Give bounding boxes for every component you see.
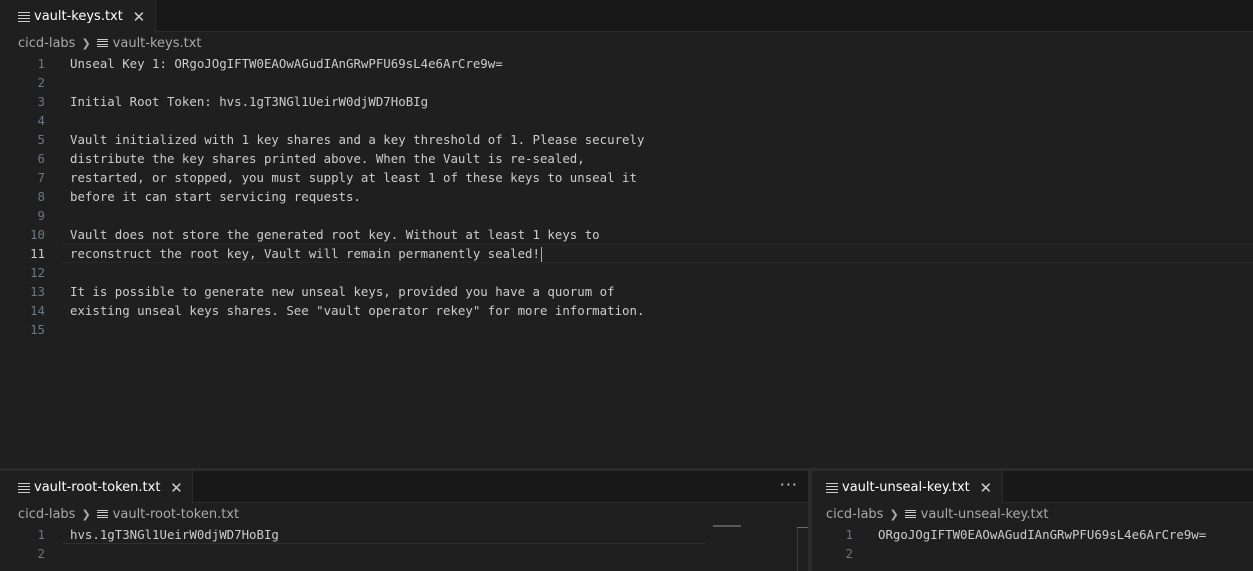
- code-line[interactable]: 1 ORgoJOgIFTW0EAOwAGudIAnGRwPFU69sL4e6ArC…: [812, 525, 1253, 544]
- line-number: 1: [845, 527, 853, 542]
- chevron-right-icon: ❯: [81, 36, 91, 50]
- line-text: restarted, or stopped, you must supply a…: [70, 170, 637, 185]
- line-number: 15: [30, 322, 45, 337]
- line-number: 3: [37, 94, 45, 109]
- file-text-icon: [826, 482, 838, 494]
- chevron-right-icon: ❯: [889, 507, 899, 521]
- line-number: 12: [30, 265, 45, 280]
- line-text: Vault does not store the generated root …: [70, 227, 600, 242]
- more-actions-icon[interactable]: ···: [780, 475, 798, 494]
- chevron-right-icon: ❯: [81, 507, 91, 521]
- horizontal-scrollbar[interactable]: [62, 543, 706, 544]
- editor-group-top: vault-keys.txt ✕ cicd-labs ❯ vault-keys.…: [0, 0, 1253, 468]
- breadcrumb-file[interactable]: vault-root-token.txt: [96, 506, 240, 522]
- breadcrumb: cicd-labs ❯ vault-unseal-key.txt: [812, 503, 1253, 525]
- code-line[interactable]: 14 existing unseal keys shares. See "vaul…: [0, 301, 1253, 320]
- overview-ruler-top: [797, 527, 808, 528]
- tab-label: vault-unseal-key.txt: [842, 480, 970, 495]
- line-number: 2: [37, 75, 45, 90]
- tab-label: vault-root-token.txt: [34, 480, 161, 495]
- code-editor[interactable]: 1 ORgoJOgIFTW0EAOwAGudIAnGRwPFU69sL4e6ArC…: [812, 525, 1253, 563]
- line-number: 14: [30, 303, 45, 318]
- line-number: 1: [37, 527, 45, 542]
- editor-group-bottom-left: vault-root-token.txt ✕ ··· cicd-labs ❯ v…: [0, 471, 808, 571]
- code-line[interactable]: 6 distribute the key shares printed above…: [0, 149, 1253, 168]
- code-line[interactable]: 15: [0, 320, 1253, 339]
- code-line[interactable]: 11 reconstruct the root key, Vault will r…: [0, 244, 1253, 263]
- line-text: distribute the key shares printed above.…: [70, 151, 585, 166]
- code-editor[interactable]: 1 Unseal Key 1: ORgoJOgIFTW0EAOwAGudIAnGR…: [0, 54, 1253, 339]
- breadcrumb: cicd-labs ❯ vault-root-token.txt: [0, 503, 808, 525]
- tab-bar: vault-keys.txt ✕: [0, 0, 1253, 33]
- line-number: 2: [845, 546, 853, 561]
- breadcrumb-file-label: vault-keys.txt: [112, 35, 202, 51]
- vertical-scrollbar[interactable]: [797, 527, 808, 571]
- breadcrumb-file-label: vault-root-token.txt: [112, 506, 240, 522]
- file-text-icon: [96, 38, 108, 49]
- code-line[interactable]: 9: [0, 206, 1253, 225]
- line-number: 5: [37, 132, 45, 147]
- line-number: 11: [30, 246, 45, 261]
- tab-vault-root-token[interactable]: vault-root-token.txt ✕: [0, 471, 194, 504]
- tab-bar: vault-root-token.txt ✕ ···: [0, 471, 808, 504]
- breadcrumb-file-label: vault-unseal-key.txt: [920, 506, 1049, 522]
- minimap[interactable]: [713, 525, 741, 527]
- line-text: reconstruct the root key, Vault will rem…: [70, 246, 542, 262]
- breadcrumb: cicd-labs ❯ vault-keys.txt: [0, 32, 1253, 54]
- code-line[interactable]: 7 restarted, or stopped, you must supply …: [0, 168, 1253, 187]
- line-number: 8: [37, 189, 45, 204]
- code-line[interactable]: 5 Vault initialized with 1 key shares and…: [0, 130, 1253, 149]
- tab-label: vault-keys.txt: [34, 9, 123, 24]
- line-number: 1: [37, 56, 45, 71]
- code-line[interactable]: 13 It is possible to generate new unseal …: [0, 282, 1253, 301]
- text-cursor: [540, 247, 542, 262]
- close-icon[interactable]: ✕: [978, 479, 994, 497]
- code-line[interactable]: 4: [0, 111, 1253, 130]
- breadcrumb-file[interactable]: vault-keys.txt: [96, 35, 202, 51]
- breadcrumb-folder[interactable]: cicd-labs: [18, 36, 75, 51]
- line-text: Vault initialized with 1 key shares and …: [70, 132, 645, 147]
- file-text-icon: [18, 482, 30, 494]
- line-text: It is possible to generate new unseal ke…: [70, 284, 615, 299]
- tab-vault-keys[interactable]: vault-keys.txt ✕: [0, 0, 156, 33]
- code-editor[interactable]: 1 hvs.1gT3NGl1UeirW0djWD7HoBIg 2: [0, 525, 808, 563]
- code-line[interactable]: 2: [0, 544, 808, 563]
- code-line[interactable]: 2: [0, 73, 1253, 92]
- code-line[interactable]: 8 before it can start servicing requests.: [0, 187, 1253, 206]
- line-number: 10: [30, 227, 45, 242]
- line-text: Unseal Key 1: ORgoJOgIFTW0EAOwAGudIAnGRw…: [70, 56, 503, 71]
- code-line[interactable]: 2: [812, 544, 1253, 563]
- code-line[interactable]: 10 Vault does not store the generated roo…: [0, 225, 1253, 244]
- file-text-icon: [18, 11, 30, 23]
- line-number: 6: [37, 151, 45, 166]
- code-line[interactable]: 3 Initial Root Token: hvs.1gT3NGl1UeirW0d…: [0, 92, 1253, 111]
- tab-bar: vault-unseal-key.txt ✕: [812, 471, 1253, 504]
- line-number: 4: [37, 113, 45, 128]
- line-text: Initial Root Token: hvs.1gT3NGl1UeirW0dj…: [70, 94, 429, 109]
- breadcrumb-file[interactable]: vault-unseal-key.txt: [904, 506, 1049, 522]
- line-text: hvs.1gT3NGl1UeirW0djWD7HoBIg: [70, 527, 279, 542]
- tab-vault-unseal-key[interactable]: vault-unseal-key.txt ✕: [812, 471, 1003, 504]
- line-number: 9: [37, 208, 45, 223]
- file-text-icon: [96, 509, 108, 520]
- breadcrumb-folder[interactable]: cicd-labs: [826, 507, 883, 522]
- code-line[interactable]: 12: [0, 263, 1253, 282]
- line-text: before it can start servicing requests.: [70, 189, 361, 204]
- code-line[interactable]: 1 hvs.1gT3NGl1UeirW0djWD7HoBIg: [0, 525, 808, 544]
- close-icon[interactable]: ✕: [131, 8, 147, 26]
- line-text: ORgoJOgIFTW0EAOwAGudIAnGRwPFU69sL4e6ArCr…: [878, 527, 1207, 542]
- line-number: 2: [37, 546, 45, 561]
- close-icon[interactable]: ✕: [168, 479, 184, 497]
- line-text: existing unseal keys shares. See "vault …: [70, 303, 645, 318]
- editor-group-bottom-right: vault-unseal-key.txt ✕ cicd-labs ❯ vault…: [812, 471, 1253, 571]
- breadcrumb-folder[interactable]: cicd-labs: [18, 507, 75, 522]
- line-number: 7: [37, 170, 45, 185]
- line-number: 13: [30, 284, 45, 299]
- code-line[interactable]: 1 Unseal Key 1: ORgoJOgIFTW0EAOwAGudIAnGR…: [0, 54, 1253, 73]
- file-text-icon: [904, 509, 916, 520]
